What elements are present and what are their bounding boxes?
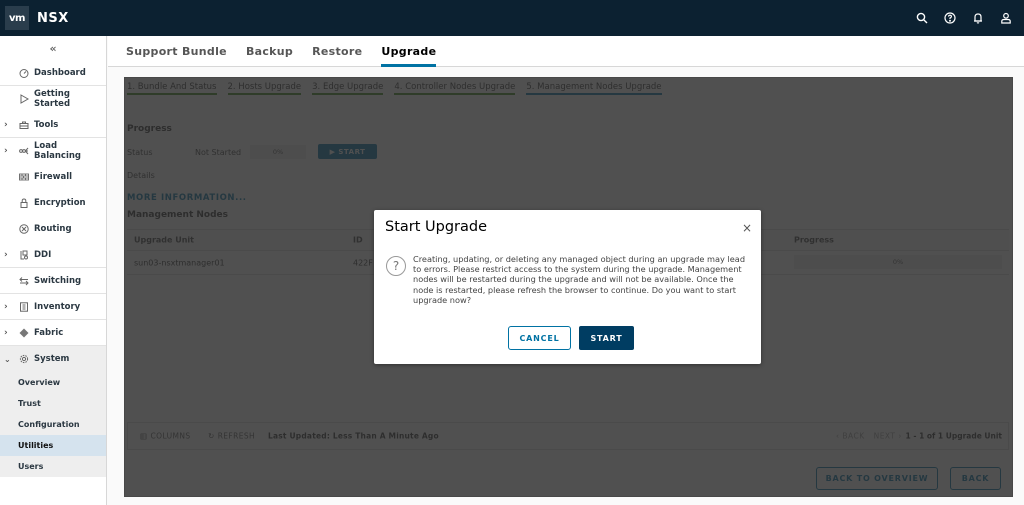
sidebar-nav: « Dashboard Getting Started › Tools › Lo… [0,36,107,505]
sidebar-item-load-balancing[interactable]: › Load Balancing [0,138,106,164]
sidebar-subitem-trust[interactable]: Trust [0,393,106,414]
play-icon [18,94,29,105]
sidebar-item-label: Switching [34,275,82,286]
tab-upgrade[interactable]: Upgrade [381,36,437,67]
chevron-right-icon: › [4,327,8,338]
sidebar-item-label: Dashboard [34,67,86,78]
sidebar-item-system[interactable]: ⌄ System [0,346,106,372]
inventory-icon [18,301,29,312]
sidebar-item-getting-started[interactable]: Getting Started [0,86,106,112]
help-icon[interactable] [936,4,964,32]
sidebar-item-fabric[interactable]: › Fabric [0,320,106,346]
switching-icon [18,275,29,286]
collapse-sidebar-button[interactable]: « [0,36,106,60]
sidebar-item-switching[interactable]: Switching [0,268,106,294]
sidebar-item-label: Encryption [34,198,86,208]
utilities-tabs: Support Bundle Backup Restore Upgrade [108,36,1024,67]
start-upgrade-dialog: Start Upgrade × ? Creating, updating, or… [374,210,761,364]
confirm-start-button[interactable]: START [579,326,634,350]
tab-support-bundle[interactable]: Support Bundle [126,36,227,66]
dialog-message: Creating, updating, or deleting any mana… [413,254,746,305]
sidebar-item-encryption[interactable]: Encryption [0,190,106,216]
tab-backup[interactable]: Backup [246,36,293,66]
close-icon[interactable]: × [742,221,752,235]
chevron-right-icon: › [4,146,8,156]
sidebar-item-label: Fabric [34,327,64,338]
dialog-title: Start Upgrade [385,219,488,235]
search-icon[interactable] [908,4,936,32]
user-icon[interactable] [992,4,1020,32]
ddi-icon [18,249,29,260]
routing-icon [18,224,29,235]
sidebar-item-label: System [34,354,70,364]
sidebar-item-label: Inventory [34,301,81,312]
sidebar-item-label: Tools [34,119,59,130]
sidebar-item-label: Load Balancing [34,141,82,161]
sidebar-subitem-overview[interactable]: Overview [0,372,106,393]
sidebar-item-routing[interactable]: Routing [0,216,106,242]
sidebar-item-dashboard[interactable]: Dashboard [0,60,106,86]
dashboard-icon [18,67,29,78]
sidebar-subitem-utilities[interactable]: Utilities [0,435,106,456]
sidebar-item-label: Firewall [34,172,73,182]
sidebar-item-firewall[interactable]: Firewall [0,164,106,190]
question-icon: ? [386,256,406,276]
sidebar-item-label: Getting Started [34,89,71,109]
sidebar-item-label: DDI [34,249,52,260]
sidebar-item-ddi[interactable]: › DDI [0,242,106,268]
chevron-down-icon: ⌄ [4,354,11,364]
sidebar-subitem-configuration[interactable]: Configuration [0,414,106,435]
chevron-right-icon: › [4,301,8,312]
sidebar-item-tools[interactable]: › Tools [0,112,106,138]
top-header: vm NSX [0,0,1024,36]
tab-restore[interactable]: Restore [312,36,362,66]
sidebar-item-label: Routing [34,224,72,234]
bell-icon[interactable] [964,4,992,32]
fabric-icon [18,327,29,338]
cancel-button[interactable]: CANCEL [508,326,571,350]
load-balancer-icon [18,146,29,157]
chevron-right-icon: › [4,249,8,260]
app-title: NSX [37,10,69,26]
vmware-logo: vm [5,6,29,30]
sidebar-item-inventory[interactable]: › Inventory [0,294,106,320]
header-actions [908,0,1024,36]
gear-icon [18,354,29,365]
toolbox-icon [18,119,29,130]
chevron-right-icon: › [4,119,8,130]
sidebar-subitem-users[interactable]: Users [0,456,106,477]
system-section: ⌄ System Overview Trust Configuration Ut… [0,346,106,477]
firewall-icon [18,172,29,183]
lock-icon [18,198,29,209]
